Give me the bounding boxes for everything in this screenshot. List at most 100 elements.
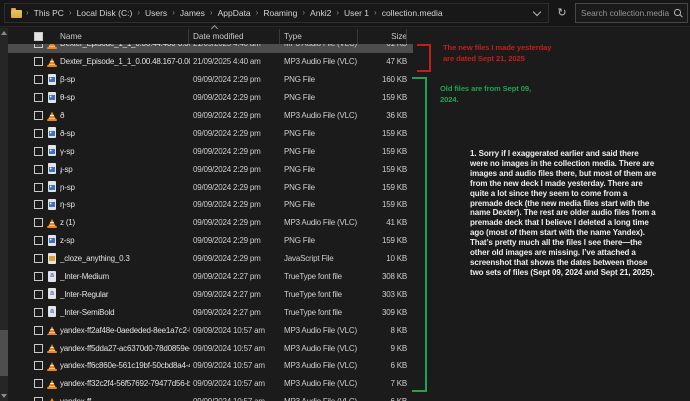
table-row[interactable]: _cloze_anything_0.3 09/09/2024 2:29 pm J… <box>8 250 413 268</box>
column-header-name[interactable]: Name <box>60 32 190 41</box>
column-separator[interactable] <box>406 29 407 44</box>
row-checkbox[interactable] <box>34 182 43 192</box>
table-row[interactable]: ð 09/09/2024 2:29 pm MP3 Audio File (VLC… <box>8 107 413 125</box>
breadcrumb-item[interactable]: collection.media <box>382 8 443 18</box>
file-size: 61 KB <box>358 44 407 48</box>
column-separator[interactable] <box>188 29 189 44</box>
row-checkbox[interactable] <box>34 289 43 299</box>
file-date-modified: 09/09/2024 2:29 pm <box>193 182 261 192</box>
row-checkbox[interactable] <box>34 200 43 210</box>
red-annotation-bracket <box>417 44 431 72</box>
breadcrumb-item[interactable]: User 1 <box>344 8 369 18</box>
file-size: 6 KB <box>358 397 407 401</box>
file-type-icon <box>46 360 58 372</box>
file-size: 159 KB <box>381 146 407 156</box>
column-header-type[interactable]: Type <box>280 32 358 41</box>
column-separator[interactable] <box>279 29 280 44</box>
table-row[interactable]: yandex-ff6c860e-561c19bf-50cbd8a4-488...… <box>8 357 413 375</box>
table-row[interactable]: ɲ-sp 09/09/2024 2:29 pm PNG File 159 KB <box>8 178 413 196</box>
refresh-icon[interactable]: ↻ <box>554 7 570 19</box>
row-checkbox[interactable] <box>34 75 43 85</box>
table-row[interactable]: _Inter-SemiBold 09/09/2024 2:27 pm TrueT… <box>8 303 413 321</box>
row-checkbox[interactable] <box>34 44 43 49</box>
file-type-icon <box>46 252 58 265</box>
breadcrumb-separator: › <box>374 8 377 17</box>
table-row[interactable]: ŋ-sp 09/09/2024 2:29 pm PNG File 159 KB <box>8 196 413 214</box>
row-checkbox[interactable] <box>34 111 43 120</box>
file-type: TrueType font file <box>284 307 342 317</box>
breadcrumb-item[interactable]: Local Disk (C:) <box>77 8 133 18</box>
column-header-date[interactable]: Date modified <box>190 32 280 41</box>
breadcrumb-item[interactable]: Roaming <box>263 8 297 18</box>
table-row[interactable]: yandex-ff32c2f4-56f57692-79477d56-b18...… <box>8 375 413 393</box>
vertical-scrollbar[interactable] <box>0 28 8 401</box>
table-row[interactable]: yandex-ff... 09/09/2024 10:57 am MP3 Aud… <box>8 393 413 401</box>
file-type-icon <box>46 127 58 139</box>
row-checkbox[interactable] <box>34 128 43 138</box>
file-size: 159 KB <box>381 236 407 246</box>
breadcrumb-item[interactable]: AppData <box>218 8 251 18</box>
breadcrumb-item[interactable]: Anki2 <box>310 8 331 18</box>
breadcrumb-item[interactable]: Users <box>145 8 167 18</box>
file-type-icon <box>46 324 58 336</box>
column-separator[interactable] <box>357 29 358 44</box>
row-checkbox[interactable] <box>34 361 43 371</box>
breadcrumb-item[interactable]: This PC <box>34 8 64 18</box>
chevron-down-icon[interactable] <box>532 7 542 16</box>
table-row[interactable]: z (1) 09/09/2024 2:29 pm MP3 Audio File … <box>8 214 413 232</box>
search-box[interactable]: Search collection.media <box>575 3 688 23</box>
table-row[interactable]: β-sp 09/09/2024 2:29 pm PNG File 160 KB <box>8 71 413 89</box>
row-checkbox[interactable] <box>34 307 43 317</box>
table-row[interactable]: yandex-ff5dda27-ac6370d0-78d0859e-49... … <box>8 339 413 357</box>
red-note-line: are dated Sept 21, 2025 <box>443 54 525 63</box>
row-checkbox[interactable] <box>34 218 43 228</box>
file-size: 7 KB <box>390 379 407 389</box>
row-checkbox[interactable] <box>34 272 43 282</box>
file-type: PNG File <box>284 200 315 210</box>
breadcrumb-item[interactable]: James <box>180 8 205 18</box>
row-checkbox[interactable] <box>34 236 43 246</box>
red-note-line: The new files I made yesterday <box>443 43 552 52</box>
row-checkbox[interactable] <box>34 93 43 103</box>
row-checkbox[interactable] <box>34 379 43 389</box>
table-row[interactable]: γ-sp 09/09/2024 2:29 pm PNG File 159 KB <box>8 142 413 160</box>
file-type: PNG File <box>284 128 315 138</box>
file-type-icon <box>46 288 58 300</box>
table-row[interactable]: z-sp 09/09/2024 2:29 pm PNG File 159 KB <box>8 232 413 250</box>
row-checkbox[interactable] <box>34 57 43 67</box>
row-checkbox[interactable] <box>34 164 43 174</box>
file-type: PNG File <box>284 75 315 85</box>
breadcrumb-separator: › <box>172 8 175 17</box>
table-row[interactable]: _Inter-Medium 09/09/2024 2:27 pm TrueTyp… <box>8 268 413 286</box>
file-size: 308 KB <box>381 272 407 282</box>
scrollbar-thumb[interactable] <box>0 330 8 376</box>
file-size: 159 KB <box>381 93 407 103</box>
select-all-checkbox[interactable] <box>34 32 43 41</box>
scroll-up-icon[interactable] <box>1 31 7 35</box>
file-date-modified: 09/09/2024 2:29 pm <box>193 93 261 103</box>
row-checkbox[interactable] <box>34 146 43 156</box>
file-date-modified: 09/09/2024 2:29 pm <box>193 218 261 228</box>
row-checkbox[interactable] <box>34 343 43 353</box>
table-row[interactable]: Dexter_Episode_1_1_0.00.44.400-0.00.48.1… <box>8 44 413 53</box>
address-bar[interactable]: › This PC › Local Disk (C:) › Users › James › App… <box>4 3 549 23</box>
column-header-size[interactable]: Size <box>358 32 407 41</box>
file-size: 159 KB <box>381 164 407 174</box>
table-row[interactable]: θ-sp 09/09/2024 2:29 pm PNG File 159 KB <box>8 89 413 107</box>
table-row[interactable]: ɟ-sp 09/09/2024 2:29 pm PNG File 159 KB <box>8 160 413 178</box>
row-checkbox[interactable] <box>34 397 43 401</box>
file-type-icon <box>46 217 58 229</box>
row-checkbox[interactable] <box>34 325 43 335</box>
file-date-modified: 09/09/2024 2:27 pm <box>193 272 261 282</box>
table-row[interactable]: Dexter_Episode_1_1_0.00.48.167-0.00.51.0… <box>8 53 413 71</box>
file-type-icon <box>46 145 58 157</box>
table-row[interactable]: ð-sp 09/09/2024 2:29 pm PNG File 159 KB <box>8 124 413 142</box>
search-placeholder: Search collection.media <box>581 8 669 18</box>
row-checkbox[interactable] <box>34 254 43 264</box>
green-note: Old files are from Sept 09, 2024. <box>440 83 531 105</box>
table-row[interactable]: _Inter-Regular 09/09/2024 2:27 pm TrueTy… <box>8 285 413 303</box>
file-type-icon <box>46 181 58 193</box>
table-row[interactable]: yandex-ff2af48e-0aededed-8ee1a7c2-52b...… <box>8 321 413 339</box>
file-date-modified: 09/09/2024 2:29 pm <box>193 75 261 85</box>
scroll-down-icon[interactable] <box>1 394 7 398</box>
